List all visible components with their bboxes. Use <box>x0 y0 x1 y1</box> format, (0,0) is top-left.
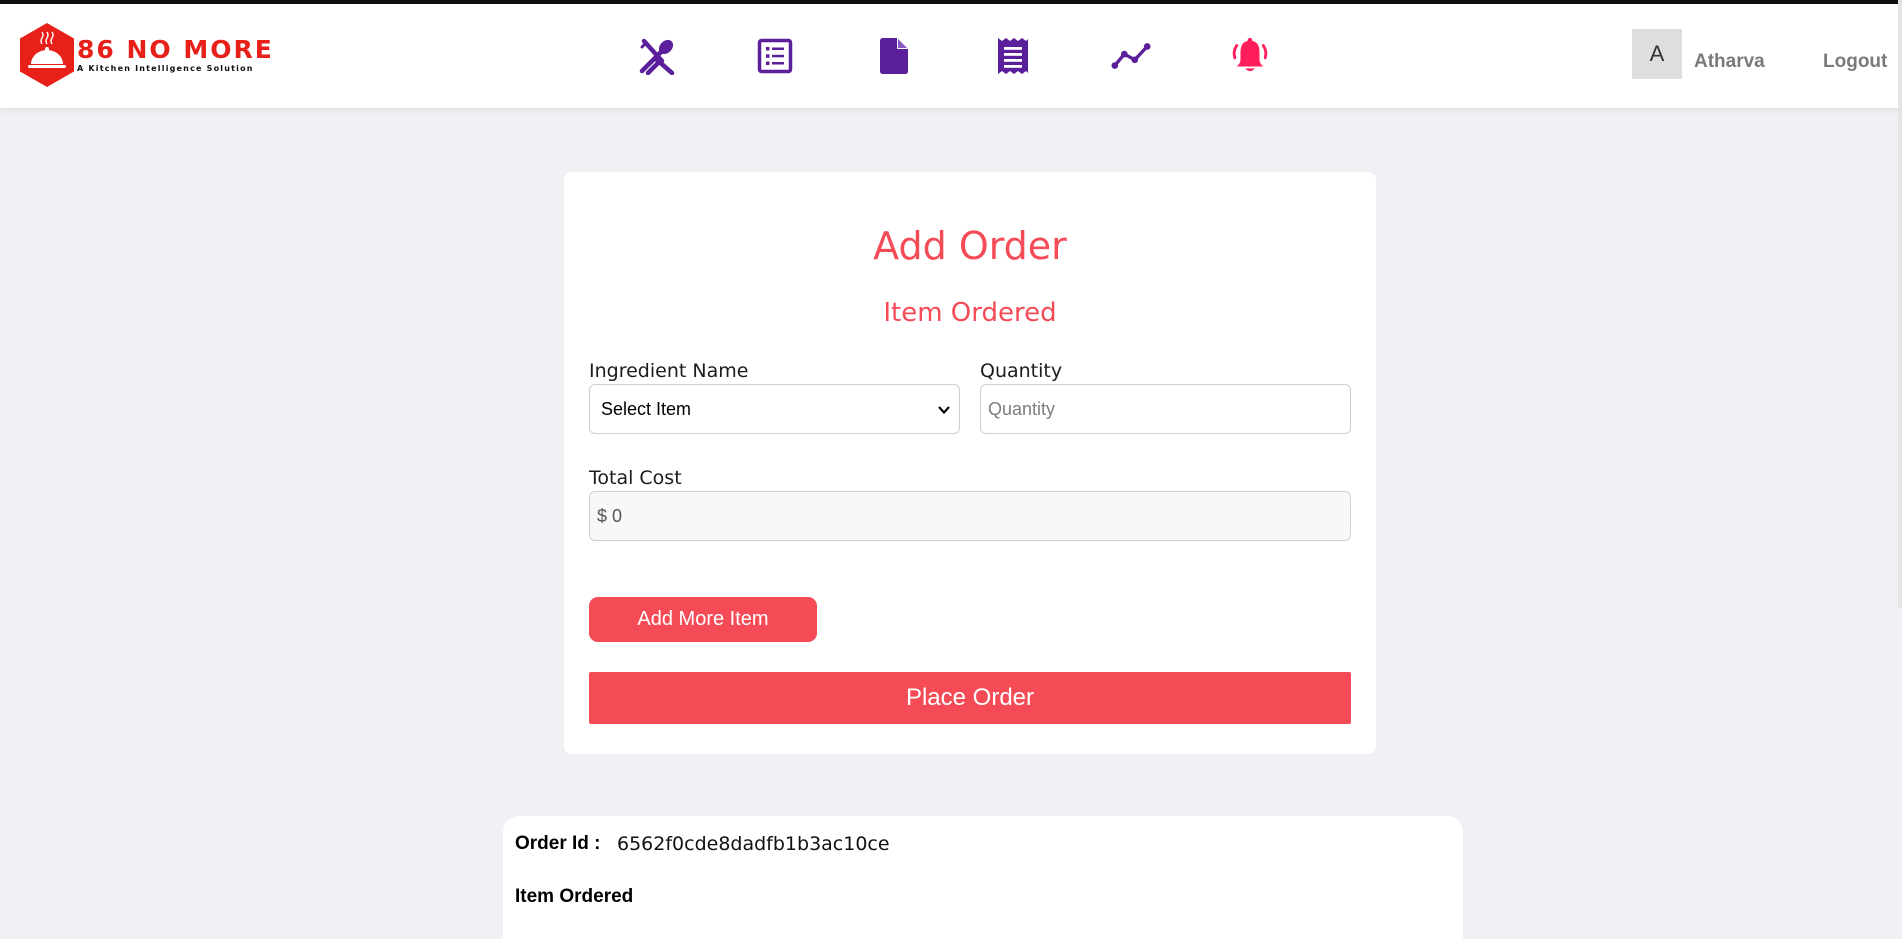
list-icon <box>757 38 793 74</box>
quantity-input[interactable]: Quantity <box>980 384 1351 434</box>
brand-logo[interactable]: 86 NO MORE A Kitchen Intelligence Soluti… <box>18 22 274 88</box>
ingredient-select-value: Select Item <box>601 398 692 419</box>
trend-line-icon <box>1111 43 1151 69</box>
brand-name: 86 NO MORE <box>77 35 274 64</box>
nav-document[interactable] <box>874 36 914 76</box>
nav-receipt[interactable] <box>993 36 1033 76</box>
order-id-value: 6562f0cde8dadfb1b3ac10ce <box>617 833 890 855</box>
cloche-logo-icon <box>20 23 74 87</box>
logout-button[interactable]: Logout <box>1823 51 1887 73</box>
chevron-down-icon <box>938 406 950 415</box>
ingredient-select[interactable]: Select Item <box>589 384 960 434</box>
order-items-label: Item Ordered <box>515 886 634 907</box>
receipt-icon <box>998 38 1028 74</box>
nav-list[interactable] <box>755 36 795 76</box>
ingredient-name-label: Ingredient Name <box>589 360 749 382</box>
top-navbar: 86 NO MORE A Kitchen Intelligence Soluti… <box>0 4 1902 108</box>
total-cost-field: $ 0 <box>589 491 1351 541</box>
file-icon <box>880 38 908 74</box>
total-cost-label: Total Cost <box>589 467 682 489</box>
user-name[interactable]: Atharva <box>1694 51 1765 73</box>
order-id-label: Order Id : <box>515 833 601 854</box>
utensils-icon <box>639 38 675 75</box>
brand-tagline: A Kitchen Intelligence Solution <box>77 64 254 73</box>
page-title: Add Order <box>873 224 1067 268</box>
add-order-form: Add Order Item Ordered Ingredient Name S… <box>564 172 1376 754</box>
place-order-button[interactable]: Place Order <box>589 672 1351 724</box>
scrollbar[interactable] <box>1898 0 1902 608</box>
quantity-label: Quantity <box>980 360 1063 382</box>
bell-icon <box>1232 37 1268 72</box>
nav-notifications[interactable] <box>1230 36 1270 76</box>
order-card: Order Id : 6562f0cde8dadfb1b3ac10ce Item… <box>503 816 1463 939</box>
nav-analytics[interactable] <box>1111 36 1151 76</box>
add-more-item-button[interactable]: Add More Item <box>589 597 817 642</box>
user-avatar[interactable]: A <box>1632 29 1682 79</box>
nav-utensils[interactable] <box>637 36 677 76</box>
section-title: Item Ordered <box>883 298 1057 328</box>
